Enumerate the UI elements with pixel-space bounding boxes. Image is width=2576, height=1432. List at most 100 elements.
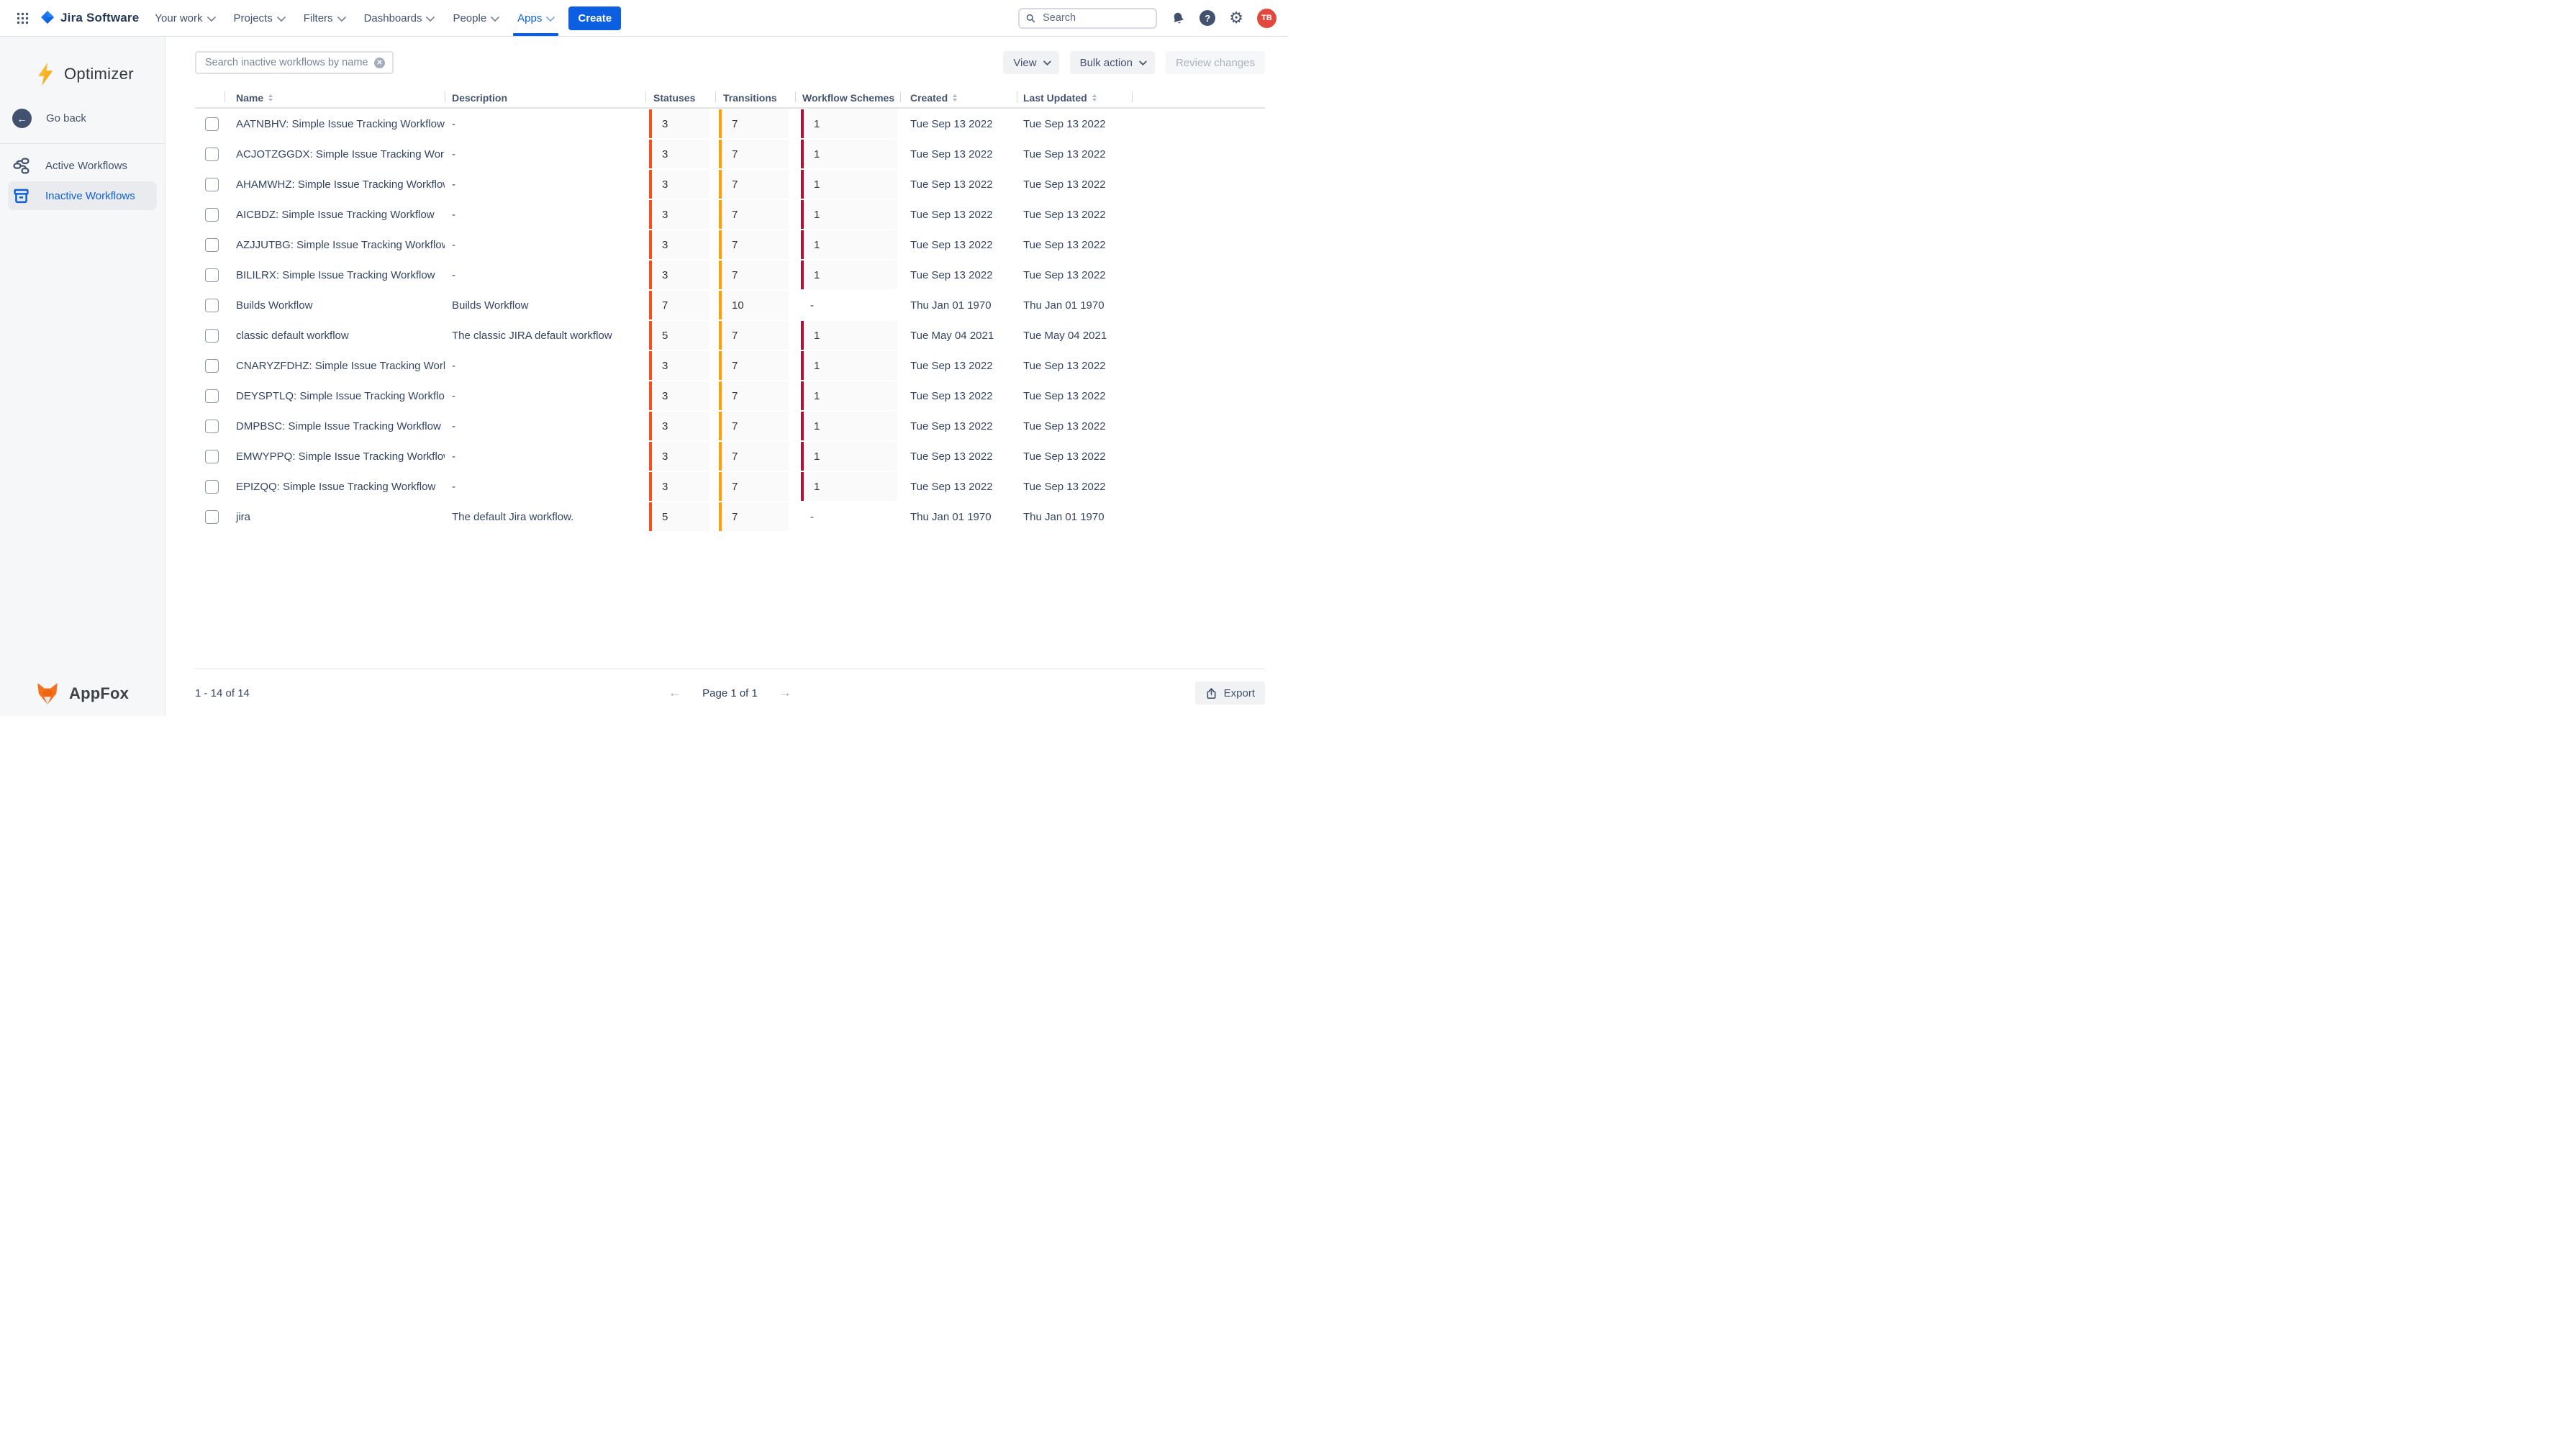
row-checkbox[interactable] bbox=[205, 450, 219, 463]
row-checkbox[interactable] bbox=[205, 510, 219, 524]
last-updated-date: Tue Sep 13 2022 bbox=[1017, 420, 1132, 432]
row-checkbox[interactable] bbox=[205, 299, 219, 312]
user-avatar[interactable]: TB bbox=[1257, 9, 1276, 28]
transitions-count: 7 bbox=[719, 260, 789, 289]
top-navigation-bar: Jira Software Your work Projects Filters… bbox=[0, 0, 1288, 37]
created-date: Tue Sep 13 2022 bbox=[900, 269, 1017, 281]
chevron-down-icon bbox=[546, 12, 555, 22]
settings-gear-icon[interactable]: ⚙ bbox=[1229, 10, 1243, 26]
workflow-schemes-count: 1 bbox=[801, 260, 897, 289]
global-search[interactable] bbox=[1018, 8, 1157, 29]
go-back-button[interactable]: ← Go back bbox=[0, 109, 165, 128]
column-header-last-updated[interactable]: Last Updated bbox=[1017, 89, 1132, 107]
workflow-search[interactable]: ✕ bbox=[195, 51, 394, 74]
nav-item-dashboards[interactable]: Dashboards bbox=[364, 0, 433, 36]
transitions-count: 7 bbox=[719, 140, 789, 168]
row-checkbox[interactable] bbox=[205, 389, 219, 403]
workflow-description: The classic JIRA default workflow bbox=[445, 330, 645, 342]
nav-item-apps[interactable]: Apps bbox=[517, 0, 553, 36]
workflow-description: - bbox=[445, 209, 645, 221]
previous-page-arrow-icon[interactable]: ← bbox=[668, 686, 681, 700]
row-checkbox[interactable] bbox=[205, 208, 219, 222]
table-row: classic default workflow The classic JIR… bbox=[195, 320, 1265, 350]
pagination: ← Page 1 of 1 → bbox=[668, 686, 792, 700]
statuses-count: 3 bbox=[649, 200, 709, 229]
workflow-icon bbox=[12, 157, 30, 175]
nav-item-people[interactable]: People bbox=[453, 0, 497, 36]
workflow-search-input[interactable] bbox=[204, 56, 374, 69]
workflow-description: - bbox=[445, 450, 645, 463]
sidebar-item-inactive-workflows[interactable]: Inactive Workflows bbox=[8, 181, 157, 210]
statuses-count: 3 bbox=[649, 170, 709, 199]
fox-icon bbox=[35, 681, 60, 706]
created-date: Thu Jan 01 1970 bbox=[900, 511, 1017, 523]
chevron-down-icon bbox=[1043, 58, 1051, 65]
column-header-created[interactable]: Created bbox=[900, 89, 1017, 107]
statuses-count: 3 bbox=[649, 260, 709, 289]
row-checkbox[interactable] bbox=[205, 238, 219, 252]
chevron-down-icon bbox=[1139, 58, 1147, 65]
row-checkbox[interactable] bbox=[205, 420, 219, 433]
column-header-empty bbox=[1132, 89, 1265, 107]
workflow-description: - bbox=[445, 360, 645, 372]
nav-item-projects[interactable]: Projects bbox=[234, 0, 284, 36]
statuses-count: 3 bbox=[649, 351, 709, 380]
back-arrow-icon: ← bbox=[12, 109, 32, 128]
view-dropdown-button[interactable]: View bbox=[1003, 51, 1058, 74]
create-button[interactable]: Create bbox=[568, 6, 621, 30]
row-checkbox[interactable] bbox=[205, 178, 219, 191]
nav-item-your-work[interactable]: Your work bbox=[155, 0, 213, 36]
nav-right-cluster: ? ⚙ TB bbox=[1018, 8, 1276, 29]
app-switcher-icon[interactable] bbox=[12, 7, 33, 29]
row-checkbox[interactable] bbox=[205, 480, 219, 494]
last-updated-date: Tue Sep 13 2022 bbox=[1017, 269, 1132, 281]
row-checkbox[interactable] bbox=[205, 329, 219, 343]
last-updated-date: Tue Sep 13 2022 bbox=[1017, 209, 1132, 221]
header-checkbox-spacer bbox=[195, 89, 225, 107]
main-content: ✕ View Bulk action Review changes Name bbox=[165, 37, 1288, 716]
notifications-bell-icon[interactable] bbox=[1169, 9, 1187, 27]
workflow-name: AATNBHV: Simple Issue Tracking Workflow bbox=[225, 118, 445, 130]
jira-brand[interactable]: Jira Software bbox=[39, 9, 139, 27]
help-icon[interactable]: ? bbox=[1199, 10, 1215, 26]
sort-icon[interactable] bbox=[1092, 94, 1097, 102]
bulk-action-dropdown-button[interactable]: Bulk action bbox=[1070, 51, 1155, 74]
last-updated-date: Thu Jan 01 1970 bbox=[1017, 299, 1132, 312]
clear-search-icon[interactable]: ✕ bbox=[374, 58, 385, 68]
row-checkbox[interactable] bbox=[205, 148, 219, 161]
sort-icon[interactable] bbox=[268, 94, 273, 102]
sidebar-divider bbox=[0, 143, 165, 144]
row-checkbox[interactable] bbox=[205, 268, 219, 282]
created-date: Tue Sep 13 2022 bbox=[900, 118, 1017, 130]
last-updated-date: Tue Sep 13 2022 bbox=[1017, 481, 1132, 493]
workflow-schemes-count: 1 bbox=[801, 230, 897, 259]
global-search-input[interactable] bbox=[1041, 12, 1149, 24]
created-date: Tue Sep 13 2022 bbox=[900, 209, 1017, 221]
chevron-down-icon bbox=[491, 12, 500, 22]
nav-item-filters[interactable]: Filters bbox=[304, 0, 344, 36]
last-updated-date: Tue Sep 13 2022 bbox=[1017, 148, 1132, 160]
next-page-arrow-icon[interactable]: → bbox=[779, 686, 792, 700]
workflow-name: EMWYPPQ: Simple Issue Tracking Workflow bbox=[225, 450, 445, 463]
chevron-down-icon bbox=[337, 12, 346, 22]
transitions-count: 7 bbox=[719, 412, 789, 440]
column-header-transitions: Transitions bbox=[715, 89, 795, 107]
column-header-workflow-schemes: Workflow Schemes bbox=[795, 89, 900, 107]
workflow-name: classic default workflow bbox=[225, 330, 445, 342]
export-button[interactable]: Export bbox=[1195, 681, 1265, 704]
created-date: Tue Sep 13 2022 bbox=[900, 239, 1017, 251]
row-checkbox[interactable] bbox=[205, 117, 219, 131]
transitions-count: 7 bbox=[719, 442, 789, 471]
column-header-description: Description bbox=[445, 89, 645, 107]
workflow-description: Builds Workflow bbox=[445, 299, 645, 312]
row-checkbox[interactable] bbox=[205, 359, 219, 373]
table-row: EMWYPPQ: Simple Issue Tracking Workflow … bbox=[195, 441, 1265, 471]
review-changes-button[interactable]: Review changes bbox=[1166, 51, 1265, 74]
workflow-schemes-count: - bbox=[801, 291, 897, 320]
sidebar-item-active-workflows[interactable]: Active Workflows bbox=[8, 151, 157, 180]
sort-icon[interactable] bbox=[953, 94, 957, 102]
created-date: Tue Sep 13 2022 bbox=[900, 420, 1017, 432]
transitions-count: 7 bbox=[719, 381, 789, 410]
column-header-name[interactable]: Name bbox=[225, 89, 445, 107]
table-row: Builds Workflow Builds Workflow 7 10 - T… bbox=[195, 290, 1265, 320]
